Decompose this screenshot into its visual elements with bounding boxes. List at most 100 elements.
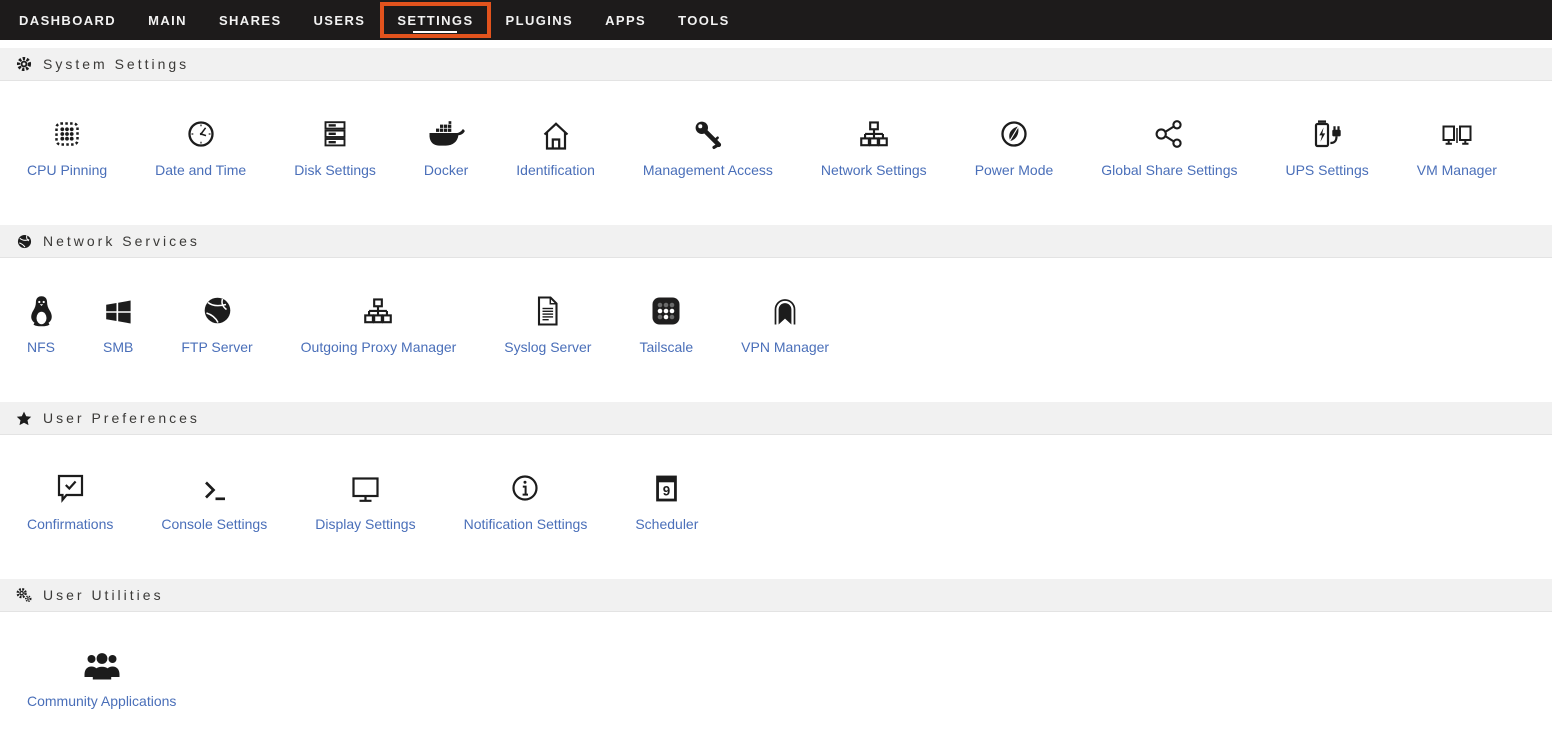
section-items-row: Community Applications	[0, 612, 1552, 756]
monitor-icon	[349, 470, 382, 504]
panel-outgoing-proxy-manager[interactable]: Outgoing Proxy Manager	[277, 293, 481, 355]
section-user-utilities: User Utilities Community Applications	[0, 579, 1552, 756]
panel-label: CPU Pinning	[27, 162, 107, 178]
panel-vm-manager[interactable]: VM Manager	[1393, 116, 1521, 178]
panel-label: Outgoing Proxy Manager	[301, 339, 457, 355]
section-title: System Settings	[43, 56, 189, 72]
nav-item-shares[interactable]: SHARES	[216, 0, 285, 40]
panel-network-settings[interactable]: Network Settings	[797, 116, 951, 178]
panel-ups-settings[interactable]: UPS Settings	[1261, 116, 1392, 178]
nav-item-label: SHARES	[219, 13, 282, 28]
panel-global-share-settings[interactable]: Global Share Settings	[1077, 116, 1261, 178]
panel-label: Notification Settings	[464, 516, 588, 532]
panel-label: Identification	[516, 162, 595, 178]
panel-label: VPN Manager	[741, 339, 829, 355]
panel-label: FTP Server	[181, 339, 252, 355]
panel-vpn-manager[interactable]: VPN Manager	[717, 293, 853, 355]
panel-scheduler[interactable]: 9 Scheduler	[611, 470, 722, 532]
panel-label: Docker	[424, 162, 468, 178]
section-title: Network Services	[43, 233, 200, 249]
microchip-icon	[51, 116, 83, 150]
nav-item-label: MAIN	[148, 13, 187, 28]
panel-label: Scheduler	[635, 516, 698, 532]
clock-icon	[185, 116, 217, 150]
panel-cpu-pinning[interactable]: CPU Pinning	[3, 116, 131, 178]
users-group-icon	[83, 647, 121, 681]
globe-icon	[16, 233, 32, 249]
panel-docker[interactable]: Docker	[400, 116, 492, 178]
panel-label: SMB	[103, 339, 133, 355]
top-navbar: DASHBOARD MAIN SHARES USERS SETTINGS PLUGINS A…	[0, 0, 1552, 40]
section-header-user-preferences: User Preferences	[0, 402, 1552, 435]
nav-item-apps[interactable]: APPS	[602, 0, 649, 40]
nav-item-main[interactable]: MAIN	[145, 0, 190, 40]
sitemap-icon	[361, 293, 395, 327]
home-icon	[540, 116, 572, 150]
nav-item-settings[interactable]: SETTINGS	[394, 0, 476, 40]
nav-item-label: SETTINGS	[397, 13, 473, 28]
sitemap-icon	[857, 116, 891, 150]
battery-plug-icon	[1310, 116, 1344, 150]
panel-label: Tailscale	[639, 339, 693, 355]
panel-label: Management Access	[643, 162, 773, 178]
panel-disk-settings[interactable]: Disk Settings	[270, 116, 400, 178]
panel-management-access[interactable]: Management Access	[619, 116, 797, 178]
panel-label: VM Manager	[1417, 162, 1497, 178]
section-items-row: Confirmations Console Settings Display Set…	[0, 435, 1552, 579]
nav-item-label: DASHBOARD	[19, 13, 116, 28]
section-items-row: NFS SMB FTP Server Outgoing Proxy Manager Sy…	[0, 258, 1552, 402]
nav-item-tools[interactable]: TOOLS	[675, 0, 733, 40]
leaf-circle-icon	[998, 116, 1030, 150]
section-items-row: CPU Pinning Date and Time Disk Settings Doc…	[0, 81, 1552, 225]
panel-notification-settings[interactable]: Notification Settings	[440, 470, 612, 532]
section-title: User Utilities	[43, 587, 164, 603]
gear-icon	[16, 56, 32, 72]
panel-ftp-server[interactable]: FTP Server	[157, 293, 276, 355]
panel-label: Disk Settings	[294, 162, 376, 178]
info-circle-icon	[509, 470, 541, 504]
terminal-icon	[199, 470, 229, 504]
panel-confirmations[interactable]: Confirmations	[3, 470, 137, 532]
star-icon	[16, 410, 32, 426]
panel-syslog-server[interactable]: Syslog Server	[480, 293, 615, 355]
panel-nfs[interactable]: NFS	[3, 293, 79, 355]
nav-item-plugins[interactable]: PLUGINS	[503, 0, 577, 40]
tux-icon	[28, 293, 55, 327]
section-title: User Preferences	[43, 410, 200, 426]
panel-smb[interactable]: SMB	[79, 293, 157, 355]
server-stack-icon	[319, 116, 351, 150]
nav-item-users[interactable]: USERS	[311, 0, 369, 40]
panel-tailscale[interactable]: Tailscale	[615, 293, 717, 355]
share-nodes-icon	[1153, 116, 1185, 150]
panel-label: Community Applications	[27, 693, 176, 709]
nav-item-dashboard[interactable]: DASHBOARD	[16, 0, 119, 40]
vm-monitors-icon	[1439, 116, 1475, 150]
panel-label: Power Mode	[975, 162, 1054, 178]
windows-icon	[103, 293, 133, 327]
panel-community-applications[interactable]: Community Applications	[3, 647, 200, 709]
panel-label: UPS Settings	[1285, 162, 1368, 178]
section-system-settings: System Settings CPU Pinning Date and Time D…	[0, 48, 1552, 225]
panel-display-settings[interactable]: Display Settings	[291, 470, 439, 532]
panel-label: Date and Time	[155, 162, 246, 178]
nav-item-label: APPS	[605, 13, 646, 28]
hood-arch-icon	[770, 293, 800, 327]
section-header-user-utilities: User Utilities	[0, 579, 1552, 612]
gears-icon	[16, 587, 32, 603]
panel-label: Display Settings	[315, 516, 415, 532]
panel-label: Network Settings	[821, 162, 927, 178]
tailscale-icon	[650, 293, 682, 327]
section-header-system-settings: System Settings	[0, 48, 1552, 81]
panel-label: Console Settings	[161, 516, 267, 532]
panel-identification[interactable]: Identification	[492, 116, 619, 178]
nav-item-label: USERS	[314, 13, 366, 28]
panel-console-settings[interactable]: Console Settings	[137, 470, 291, 532]
panel-label: Global Share Settings	[1101, 162, 1237, 178]
key-icon	[692, 116, 724, 150]
panel-date-and-time[interactable]: Date and Time	[131, 116, 270, 178]
panel-power-mode[interactable]: Power Mode	[951, 116, 1078, 178]
section-user-preferences: User Preferences Confirmations Console Set…	[0, 402, 1552, 579]
check-bubble-icon	[55, 470, 86, 504]
section-header-network-services: Network Services	[0, 225, 1552, 258]
calendar-icon: 9	[653, 470, 680, 504]
